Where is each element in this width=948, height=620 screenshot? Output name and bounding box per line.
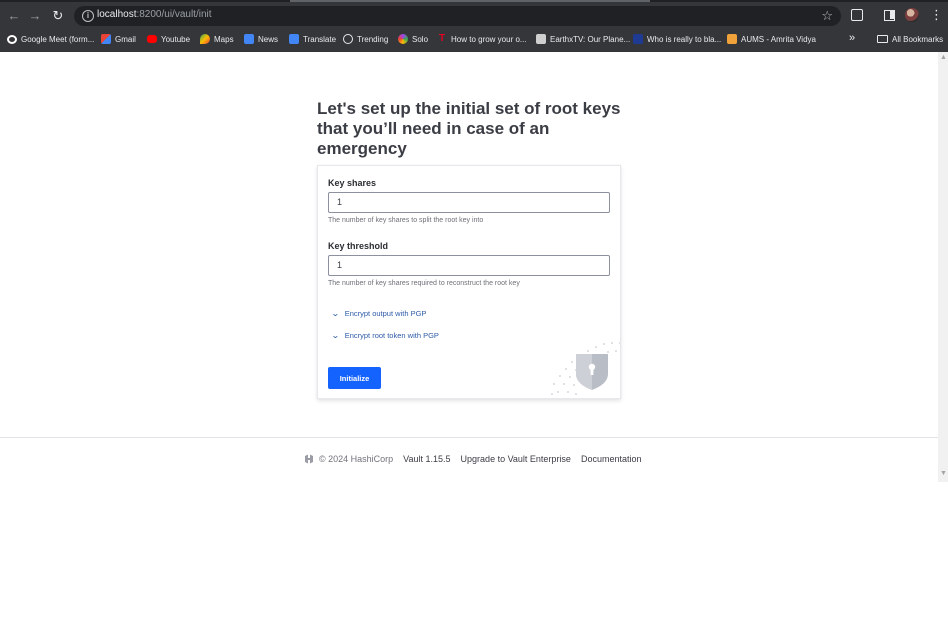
- bookmark-maps[interactable]: Maps: [200, 31, 234, 47]
- video-icon: [633, 34, 643, 44]
- all-bookmarks-button[interactable]: All Bookmarks: [877, 31, 943, 47]
- reload-icon[interactable]: ↻: [50, 8, 66, 24]
- bookmark-label: Maps: [214, 34, 234, 44]
- youtube-icon: [147, 35, 157, 43]
- bookmark-translate[interactable]: Translate: [289, 31, 336, 47]
- aums-icon: [727, 34, 737, 44]
- page-title: Let's set up the initial set of root key…: [317, 99, 621, 158]
- bookmark-label: Who is really to bla...: [647, 34, 722, 44]
- all-bookmarks-label: All Bookmarks: [892, 34, 944, 44]
- bookmark-label: AUMS - Amrita Vidya: [741, 34, 816, 44]
- extensions-icon[interactable]: [851, 9, 863, 21]
- google-icon: [7, 34, 17, 44]
- scroll-up-arrow-icon[interactable]: ▲: [940, 54, 947, 61]
- bookmark-grow[interactable]: T How to grow your o...: [439, 31, 527, 47]
- bookmarks-bar: Google Meet (form... Gmail Youtube Maps …: [0, 31, 948, 48]
- scroll-down-arrow-icon[interactable]: ▼: [940, 470, 947, 477]
- footer-divider: [0, 437, 938, 438]
- documentation-link[interactable]: Documentation: [581, 454, 642, 464]
- bookmark-label: Youtube: [161, 34, 191, 44]
- browser-chrome: ← → ↻ i localhost:8200/ui/vault/init ☆ ⋮…: [0, 0, 948, 52]
- bookmark-aums[interactable]: AUMS - Amrita Vidya: [727, 31, 816, 47]
- bookmark-label: How to grow your o...: [451, 34, 527, 44]
- encrypt-output-pgp-toggle[interactable]: ⌄ Encrypt output with PGP: [330, 309, 427, 318]
- profile-avatar[interactable]: [905, 8, 919, 22]
- bookmark-solo[interactable]: Solo: [398, 31, 428, 47]
- key-shares-help: The number of key shares to split the ro…: [328, 217, 484, 224]
- more-menu-icon[interactable]: ⋮: [930, 8, 943, 22]
- bookmark-who-is[interactable]: Who is really to bla...: [633, 31, 721, 47]
- bookmark-label: News: [258, 34, 279, 44]
- key-shares-label: Key shares: [328, 178, 377, 188]
- page-scrollbar[interactable]: [938, 52, 948, 482]
- bookmark-label: Solo: [412, 34, 429, 44]
- hashicorp-logo-icon: [305, 454, 313, 464]
- bookmark-gmail[interactable]: Gmail: [101, 31, 136, 47]
- encrypt-root-token-pgp-toggle[interactable]: ⌄ Encrypt root token with PGP: [330, 331, 439, 340]
- url-path: :8200/ui/vault/init: [136, 9, 212, 20]
- earthx-icon: [536, 34, 546, 44]
- url-text[interactable]: localhost:8200/ui/vault/init: [97, 9, 212, 20]
- side-panel-icon[interactable]: [884, 10, 895, 21]
- bookmark-label: EarthxTV: Our Plane...: [550, 34, 631, 44]
- bookmark-label: Translate: [303, 34, 337, 44]
- pinterest-icon: T: [439, 33, 446, 44]
- site-info-icon[interactable]: i: [82, 10, 94, 22]
- bookmark-youtube[interactable]: Youtube: [147, 31, 190, 47]
- bookmark-label: Gmail: [115, 34, 136, 44]
- init-form-card: Key shares 1 The number of key shares to…: [317, 165, 621, 399]
- solo-icon: [398, 34, 408, 44]
- active-tab-edge: [290, 0, 650, 2]
- back-arrow-icon[interactable]: ←: [6, 8, 22, 24]
- key-threshold-input[interactable]: 1: [328, 255, 610, 276]
- keyhole-slot: [590, 368, 594, 375]
- chevron-down-icon: ⌄: [330, 331, 340, 340]
- key-threshold-help: The number of key shares required to rec…: [328, 280, 520, 287]
- more-bookmarks-chevron-icon[interactable]: »: [849, 32, 855, 44]
- bookmark-google-meet[interactable]: Google Meet (form...: [7, 31, 94, 47]
- bookmark-star-icon[interactable]: ☆: [821, 8, 833, 24]
- toggle-label: Encrypt root token with PGP: [344, 331, 439, 340]
- footer: © 2024 HashiCorp Vault 1.15.5 Upgrade to…: [304, 454, 642, 464]
- bookmark-trending[interactable]: Trending: [343, 31, 388, 47]
- url-host: localhost: [97, 9, 137, 20]
- key-shares-input[interactable]: 1: [328, 192, 610, 213]
- folder-icon: [877, 35, 888, 43]
- gmail-icon: [101, 34, 111, 44]
- translate-icon: [289, 34, 299, 44]
- trending-icon: [343, 34, 353, 44]
- address-bar[interactable]: i localhost:8200/ui/vault/init ☆: [74, 6, 841, 26]
- news-icon: [244, 34, 254, 44]
- initialize-button[interactable]: Initialize: [328, 367, 381, 389]
- bookmark-label: Google Meet (form...: [21, 34, 95, 44]
- forward-arrow-icon[interactable]: →: [27, 8, 43, 24]
- bookmark-earthxtv[interactable]: EarthxTV: Our Plane...: [536, 31, 630, 47]
- toggle-label: Encrypt output with PGP: [344, 309, 427, 318]
- vault-version-link[interactable]: Vault 1.15.5: [403, 454, 450, 464]
- bookmark-label: Trending: [357, 34, 389, 44]
- chevron-down-icon: ⌄: [330, 309, 340, 318]
- maps-icon: [200, 34, 210, 44]
- bookmark-news[interactable]: News: [244, 31, 278, 47]
- shield-lock-illustration: [551, 342, 620, 395]
- shield-highlight: [576, 354, 592, 390]
- upgrade-enterprise-link[interactable]: Upgrade to Vault Enterprise: [461, 454, 571, 464]
- key-threshold-label: Key threshold: [328, 241, 389, 251]
- footer-copyright: © 2024 HashiCorp: [304, 454, 393, 464]
- copyright-text: © 2024 HashiCorp: [319, 454, 394, 464]
